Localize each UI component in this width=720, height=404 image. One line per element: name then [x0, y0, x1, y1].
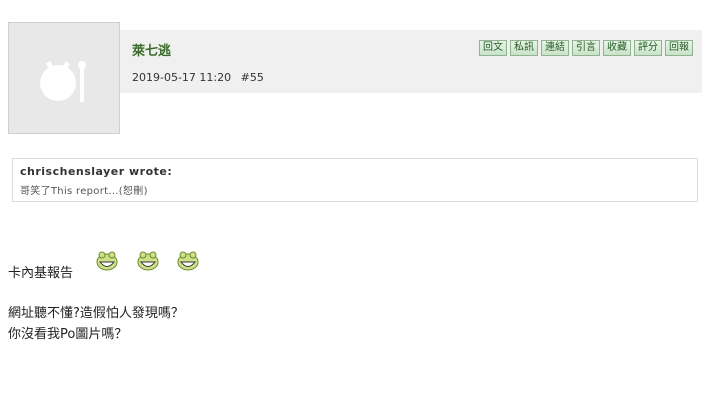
report-button[interactable]: 回報 [665, 40, 693, 56]
quote-text: 哥笑了This report...(恕刪) [20, 186, 148, 197]
post-text-line: 網址聽不懂?造假怕人發現嗎？ [8, 306, 184, 321]
author-name[interactable]: 萊七逃 [132, 40, 171, 59]
laughing-face-icon [96, 251, 118, 271]
reply-button[interactable]: 回文 [479, 40, 507, 56]
post-text-line: 卡內基報告 [8, 266, 74, 281]
laughing-face-icon [137, 251, 159, 271]
post-date: 2019-05-17 11:20 [132, 71, 232, 84]
avatar[interactable] [8, 22, 120, 134]
quote-author: chrischenslayer wrote: [20, 165, 173, 178]
post-floor[interactable]: #55 [241, 71, 264, 84]
default-avatar-icon [40, 60, 86, 102]
quote-button[interactable]: 引言 [572, 40, 600, 56]
private-message-button[interactable]: 私訊 [510, 40, 538, 56]
quote-block: chrischenslayer wrote: 哥笑了This report...… [12, 158, 698, 202]
rate-button[interactable]: 評分 [634, 40, 662, 56]
post-header: 萊七逃 2019-05-17 11:20 #55 回文 私訊 連結 引言 收藏 … [120, 30, 702, 93]
favorite-button[interactable]: 收藏 [603, 40, 631, 56]
post-actions: 回文 私訊 連結 引言 收藏 評分 回報 [479, 40, 693, 56]
post-meta: 2019-05-17 11:20 #55 [132, 71, 270, 84]
link-button[interactable]: 連結 [541, 40, 569, 56]
laughing-face-icon [177, 251, 199, 271]
post-text-line: 你沒看我Po圖片嗎？ [8, 327, 128, 342]
